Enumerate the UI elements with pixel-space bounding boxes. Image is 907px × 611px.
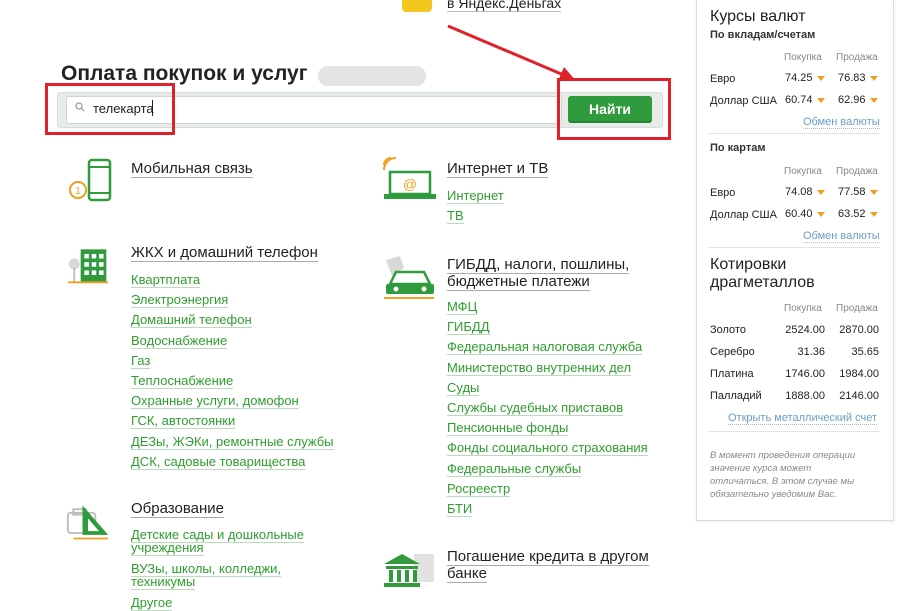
link-social-insurance[interactable]: Фонды социального страхования (447, 438, 648, 458)
rates-cards-subtitle: По картам (710, 142, 766, 154)
mobile-phone-icon: 1 (69, 158, 112, 202)
link-heating[interactable]: Теплоснабжение (131, 371, 334, 391)
link-federal-services[interactable]: Федеральные службы (447, 459, 648, 479)
link-bailiffs[interactable]: Службы судебных приставов (447, 398, 648, 418)
link-courts[interactable]: Суды (447, 378, 648, 398)
education-ruler-icon (66, 505, 109, 540)
rate-name: Евро (710, 187, 736, 199)
link-other[interactable]: Другое (131, 595, 321, 611)
category-mobile[interactable]: Мобильная связь (131, 160, 253, 178)
yandex-money-icon (402, 0, 432, 12)
building-icon (67, 249, 109, 284)
link-kvartplata[interactable]: Квартплата (131, 270, 334, 290)
col-sell: Продажа (836, 166, 878, 177)
metal-buy: 1746.00 (785, 368, 825, 380)
gibdd-links: МФЦ ГИБДД Федеральная налоговая служба М… (447, 297, 648, 519)
trend-down-icon (816, 75, 825, 81)
link-rosreestr[interactable]: Росреестр (447, 479, 648, 499)
rates-disclaimer: В момент проведения операции значение ку… (710, 450, 856, 500)
housing-links: Квартплата Электроэнергия Домашний телеф… (131, 270, 334, 472)
rate-name: Евро (710, 73, 736, 85)
link-water[interactable]: Водоснабжение (131, 331, 334, 351)
rates-deposits-subtitle: По вкладам/счетам (710, 29, 816, 41)
rates-title: Курсы валют (710, 8, 806, 25)
link-bti[interactable]: БТИ (447, 499, 648, 519)
category-education[interactable]: Образование (131, 500, 224, 518)
metal-sell: 2870.00 (839, 324, 879, 336)
link-mfc[interactable]: МФЦ (447, 297, 648, 317)
trend-down-icon (869, 75, 878, 81)
metal-buy: 2524.00 (785, 324, 825, 336)
link-pension-funds[interactable]: Пенсионные фонды (447, 418, 648, 438)
link-dez[interactable]: ДЕЗы, ЖЭКи, ремонтные службы (131, 432, 334, 452)
link-electricity[interactable]: Электроэнергия (131, 290, 334, 310)
svg-text:1: 1 (75, 186, 81, 197)
svg-text:@: @ (403, 176, 417, 192)
rate-sell: 77.58 (838, 186, 878, 198)
link-mvd[interactable]: Министерство внутренних дел (447, 358, 648, 378)
open-metal-account-link[interactable]: Открыть металлический счет (728, 412, 877, 425)
metal-name: Золото (710, 324, 746, 336)
red-arrow-annotation (447, 24, 576, 81)
rate-sell: 62.96 (838, 94, 878, 106)
metal-name: Палладий (710, 390, 762, 402)
highlight-box-search (45, 83, 175, 135)
metal-buy: 1888.00 (785, 390, 825, 402)
education-links: Детские сады и дошкольные учреждения ВУЗ… (131, 527, 321, 611)
internet-tv-icon: @ (383, 157, 436, 199)
link-garage[interactable]: ГСК, автостоянки (131, 411, 334, 431)
trend-down-icon (869, 211, 878, 217)
metals-title: Котировки драгметаллов (710, 256, 815, 291)
rate-buy: 60.40 (785, 208, 825, 220)
car-icon (384, 256, 434, 299)
internet-tv-links: Интернет ТВ (447, 186, 504, 226)
rate-buy: 74.25 (785, 72, 825, 84)
metal-name: Серебро (710, 346, 755, 358)
divider (708, 247, 880, 248)
trend-down-icon (816, 97, 825, 103)
rate-sell: 63.52 (838, 208, 878, 220)
col-buy: Покупка (784, 52, 822, 63)
link-gibdd[interactable]: ГИБДД (447, 317, 648, 337)
metal-name: Платина (710, 368, 754, 380)
link-gas[interactable]: Газ (131, 351, 334, 371)
category-loan-repayment[interactable]: Погашение кредита в другом банке (447, 548, 649, 583)
currency-exchange-link[interactable]: Обмен валюты (803, 230, 880, 243)
metal-sell: 35.65 (851, 346, 879, 358)
link-universities[interactable]: ВУЗы, школы, колледжи, техникумы (131, 561, 301, 590)
trend-down-icon (869, 97, 878, 103)
link-kindergartens[interactable]: Детские сады и дошкольные учреждения (131, 527, 321, 556)
category-gibdd-taxes[interactable]: ГИБДД, налоги, пошлины, бюджетные платежи (447, 256, 630, 291)
link-tv[interactable]: ТВ (447, 206, 504, 226)
link-dsk[interactable]: ДСК, садовые товарищества (131, 452, 334, 472)
col-sell: Продажа (836, 303, 878, 314)
metal-sell: 1984.00 (839, 368, 879, 380)
trend-down-icon (816, 211, 825, 217)
trend-down-icon (869, 189, 878, 195)
divider (708, 431, 880, 432)
link-tax-service[interactable]: Федеральная налоговая служба (447, 337, 648, 357)
rate-name: Доллар США (710, 209, 777, 221)
rate-buy: 74.08 (785, 186, 825, 198)
divider (708, 133, 880, 134)
trend-down-icon (816, 189, 825, 195)
bank-icon (384, 554, 434, 587)
metal-sell: 2146.00 (839, 390, 879, 402)
link-home-phone[interactable]: Домашний телефон (131, 310, 334, 330)
col-buy: Покупка (784, 166, 822, 177)
col-buy: Покупка (784, 303, 822, 314)
rate-sell: 76.83 (838, 72, 878, 84)
rate-name: Доллар США (710, 95, 777, 107)
category-housing[interactable]: ЖКХ и домашний телефон (131, 244, 318, 262)
category-internet-tv[interactable]: Интернет и ТВ (447, 160, 549, 178)
rate-buy: 60.74 (785, 94, 825, 106)
metal-buy: 31.36 (797, 346, 825, 358)
currency-exchange-link[interactable]: Обмен валюты (803, 116, 880, 129)
col-sell: Продажа (836, 52, 878, 63)
blurred-region (318, 66, 426, 86)
link-security[interactable]: Охранные услуги, домофон (131, 391, 334, 411)
link-internet[interactable]: Интернет (447, 186, 504, 206)
yandex-money-link[interactable]: в Яндекс.Деньгах (447, 0, 562, 12)
